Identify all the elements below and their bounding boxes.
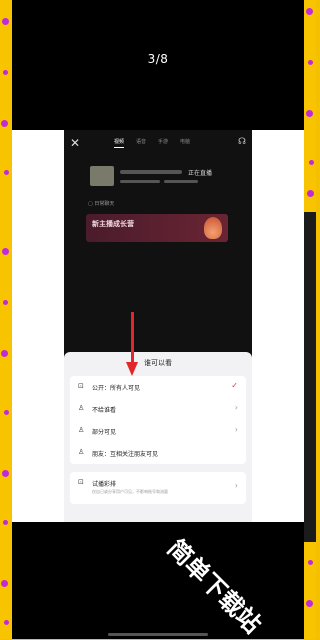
tab-voice[interactable]: 语音 xyxy=(136,138,146,148)
user-partial-icon: ♙ xyxy=(78,426,85,434)
chat-label: ▢ 日常聊天 xyxy=(88,201,115,207)
banner-title: 新主播成长营 xyxy=(92,220,134,228)
chevron-right-icon: › xyxy=(234,481,238,490)
fire-illustration xyxy=(204,217,222,239)
page-counter: 3/8 xyxy=(147,52,169,66)
option-trial[interactable]: ⊡ 试播彩排 › 仅自己或分享用户可见，不影响账号和流量 xyxy=(70,472,246,494)
tab-mobile-game[interactable]: 手游 xyxy=(158,138,168,148)
lock-icon: ⊡ xyxy=(78,478,84,486)
tab-video[interactable]: 视频 xyxy=(114,138,125,148)
close-icon[interactable]: ✕ xyxy=(70,136,80,150)
annotation-arrow-head xyxy=(126,362,138,376)
home-indicator[interactable] xyxy=(108,633,208,636)
option-hide-from[interactable]: ♙ 不给谁看 › xyxy=(70,398,246,420)
trial-broadcast-card[interactable]: ⊡ 试播彩排 › 仅自己或分享用户可见，不影响账号和流量 xyxy=(70,472,246,504)
next-slide-peek xyxy=(304,212,316,542)
blurred-location xyxy=(120,180,160,183)
slide-margin-right xyxy=(252,130,304,522)
option-partial[interactable]: ♙ 部分可见 › xyxy=(70,420,246,442)
option-public[interactable]: ⊡ 公开：所有人可见 ✓ xyxy=(70,376,246,398)
blurred-title xyxy=(120,170,182,174)
tab-pc[interactable]: 电脑 xyxy=(180,138,190,148)
trial-subtitle: 仅自己或分享用户可见，不影响账号和流量 xyxy=(92,489,168,494)
live-title-text[interactable]: 正在直播 xyxy=(188,168,212,177)
sheet-title: 谁可以看 xyxy=(144,359,172,367)
visibility-options-card: ⊡ 公开：所有人可见 ✓ ♙ 不给谁看 › ♙ 部分可见 › ♙ 朋友：互相关注… xyxy=(70,376,246,464)
chevron-right-icon: › xyxy=(234,403,238,412)
phone-screenshot: ✕ 视频 语音 手游 电脑 ☊ 正在直播 ▢ 日常聊天 新主播成长营 谁可以看 … xyxy=(64,130,252,522)
slide-margin-left xyxy=(12,130,64,522)
blurred-tag xyxy=(164,180,198,183)
annotation-arrow xyxy=(131,312,134,367)
user-block-icon: ♙ xyxy=(78,404,85,412)
option-friends[interactable]: ♙ 朋友：互相关注朋友可见 xyxy=(70,442,246,464)
chevron-right-icon: › xyxy=(234,425,238,434)
promo-banner[interactable]: 新主播成长营 xyxy=(86,214,228,242)
live-tabs: 视频 语音 手游 电脑 xyxy=(114,138,190,148)
friends-icon: ♙ xyxy=(78,448,85,456)
headset-icon[interactable]: ☊ xyxy=(238,137,246,147)
cover-thumbnail[interactable] xyxy=(90,166,114,186)
live-top-bar: ✕ 视频 语音 手游 电脑 ☊ xyxy=(64,136,252,152)
visibility-sheet: 谁可以看 ⊡ 公开：所有人可见 ✓ ♙ 不给谁看 › ♙ 部分可见 › ♙ 朋友… xyxy=(64,352,252,522)
check-icon: ✓ xyxy=(231,381,238,390)
lock-icon: ⊡ xyxy=(78,382,84,390)
